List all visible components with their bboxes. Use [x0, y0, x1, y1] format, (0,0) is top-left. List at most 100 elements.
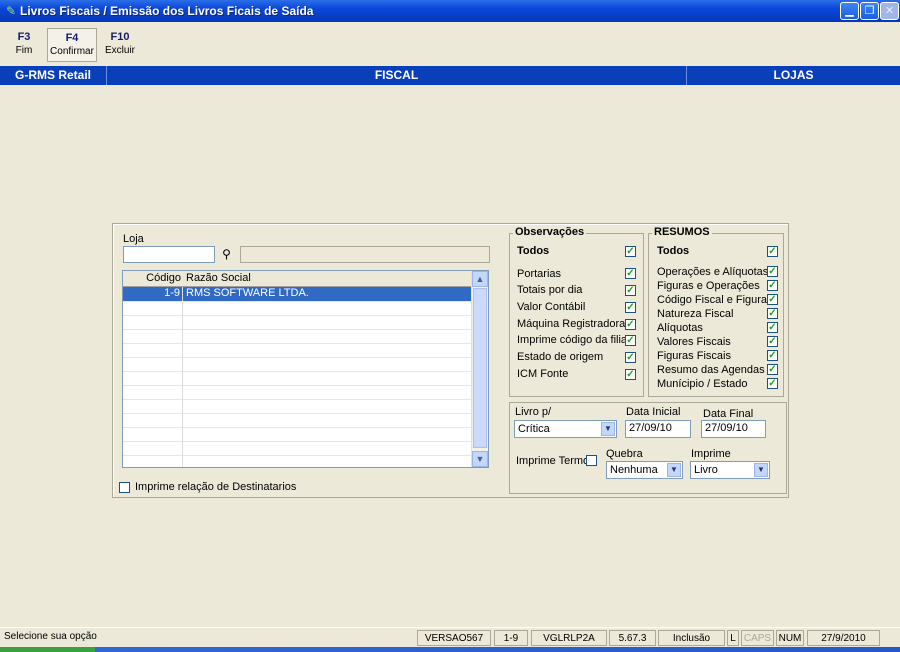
app-icon: ✎ [5, 4, 17, 18]
imprime-destinatarios-label: Imprime relação de Destinatarios [135, 481, 297, 493]
restore-button[interactable]: ❐ [860, 2, 879, 20]
observacoes-title: Observações [513, 226, 587, 238]
imprime-destinatarios-checkbox[interactable] [119, 482, 130, 493]
obs-estado-origem-checkbox[interactable]: ✓ [625, 352, 636, 363]
imprime-label: Imprime [691, 448, 731, 460]
res-codigo-fiscal-label: Código Fiscal e Figuras [657, 294, 773, 306]
status-loja: 1-9 [494, 630, 528, 646]
excluir-label: Excluir [104, 45, 135, 56]
res-codigo-fiscal-checkbox[interactable]: ✓ [767, 294, 778, 305]
obs-icm-fonte-label: ICM Fonte [517, 368, 569, 380]
status-version-num: 5.67.3 [609, 630, 656, 646]
loja-grid[interactable]: Código Razão Social 1-9 RMS SOFTWARE LTD… [122, 270, 489, 468]
scroll-thumb[interactable] [473, 288, 487, 448]
obs-codigo-filial-label: Imprime código da filial [517, 334, 630, 346]
excluir-button[interactable]: F10 Excluir [100, 28, 140, 62]
quebra-select[interactable]: Nenhuma ▼ [606, 461, 683, 479]
module-bar: G-RMS Retail FISCAL LOJAS [0, 66, 900, 85]
status-versao: VERSAO567 [417, 630, 491, 646]
status-program: VGLRLP2A [531, 630, 607, 646]
resumos-title: RESUMOS [652, 226, 712, 238]
obs-maquina-label: Máquina Registradora [517, 318, 626, 330]
livro-select[interactable]: Crítica ▼ [514, 420, 617, 438]
status-message: Selecione sua opção [4, 631, 97, 642]
data-inicial-input[interactable]: 27/09/10 [625, 420, 691, 438]
quebra-value: Nenhuma [610, 464, 658, 476]
observacoes-todos-checkbox[interactable]: ✓ [625, 246, 636, 257]
data-final-label: Data Final [703, 408, 754, 420]
res-operacoes-aliquotas-checkbox[interactable]: ✓ [767, 266, 778, 277]
close-button[interactable]: ✕ [880, 2, 899, 20]
res-aliquotas-checkbox[interactable]: ✓ [767, 322, 778, 333]
obs-portarias-label: Portarias [517, 268, 562, 280]
res-figuras-fiscais-checkbox[interactable]: ✓ [767, 350, 778, 361]
res-natureza-fiscal-label: Natureza Fiscal [657, 308, 734, 320]
minimize-button[interactable]: ▁ [840, 2, 859, 20]
scroll-down-icon[interactable]: ▼ [472, 451, 488, 467]
binoculars-icon[interactable]: ⚲ [218, 246, 235, 263]
status-mode: Inclusão [658, 630, 725, 646]
obs-estado-origem-label: Estado de origem [517, 351, 604, 363]
confirmar-button[interactable]: F4 Confirmar [47, 28, 97, 62]
fim-key: F3 [17, 31, 31, 43]
header-razao-social[interactable]: Razão Social [186, 271, 251, 286]
chevron-down-icon[interactable]: ▼ [601, 422, 615, 436]
status-date: 27/9/2010 [807, 630, 880, 646]
function-key-toolbar: F3 Fim F4 Confirmar F10 Excluir [0, 24, 900, 64]
obs-maquina-checkbox[interactable]: ✓ [625, 319, 636, 330]
resumos-todos-label: Todos [657, 245, 690, 257]
scroll-up-icon[interactable]: ▲ [472, 271, 488, 287]
app-name: G-RMS Retail [0, 66, 107, 85]
res-natureza-fiscal-checkbox[interactable]: ✓ [767, 308, 778, 319]
obs-portarias-checkbox[interactable]: ✓ [625, 268, 636, 279]
obs-valor-contabil-checkbox[interactable]: ✓ [625, 302, 636, 313]
window-title: Livros Fiscais / Emissão dos Livros Fica… [20, 4, 314, 18]
loja-code-input[interactable] [123, 246, 215, 263]
data-final-input[interactable]: 27/09/10 [701, 420, 766, 438]
observacoes-todos-label: Todos [517, 245, 550, 257]
imprime-value: Livro [694, 464, 718, 476]
resumos-todos-checkbox[interactable]: ✓ [767, 246, 778, 257]
title-bar: ✎ Livros Fiscais / Emissão dos Livros Fi… [0, 0, 900, 22]
taskbar-strip [0, 647, 900, 652]
res-valores-fiscais-checkbox[interactable]: ✓ [767, 336, 778, 347]
loja-name-field [240, 246, 490, 263]
status-num: NUM [776, 630, 804, 646]
excluir-key: F10 [110, 31, 130, 43]
res-valores-fiscais-label: Valores Fiscais [657, 336, 731, 348]
grid-scrollbar[interactable]: ▲ ▼ [471, 271, 488, 467]
status-bar: Selecione sua opção VERSAO567 1-9 VGLRLP… [0, 627, 900, 648]
chevron-down-icon[interactable]: ▼ [667, 463, 681, 477]
res-resumo-agendas-checkbox[interactable]: ✓ [767, 364, 778, 375]
chevron-down-icon[interactable]: ▼ [754, 463, 768, 477]
res-municipio-estado-checkbox[interactable]: ✓ [767, 378, 778, 389]
imprime-select[interactable]: Livro ▼ [690, 461, 770, 479]
grid-header: Código Razão Social [123, 271, 473, 287]
res-figuras-operacoes-label: Figuras e Operações [657, 280, 760, 292]
quebra-label: Quebra [606, 448, 643, 460]
livro-label: Livro p/ [515, 406, 552, 418]
obs-totais-checkbox[interactable]: ✓ [625, 285, 636, 296]
res-figuras-fiscais-label: Figuras Fiscais [657, 350, 731, 362]
cell-codigo: 1-9 [123, 287, 183, 301]
res-figuras-operacoes-checkbox[interactable]: ✓ [767, 280, 778, 291]
livro-value: Crítica [518, 423, 550, 435]
fim-button[interactable]: F3 Fim [4, 28, 44, 62]
obs-codigo-filial-checkbox[interactable]: ✓ [625, 335, 636, 346]
status-caps: CAPS [741, 630, 774, 646]
confirmar-key: F4 [65, 32, 79, 44]
area-name: LOJAS [773, 68, 814, 82]
data-inicial-label: Data Inicial [626, 406, 681, 418]
module-name: FISCAL [107, 66, 687, 85]
fim-label: Fim [15, 45, 33, 56]
table-row[interactable]: 1-9 RMS SOFTWARE LTDA. [123, 287, 473, 302]
header-codigo[interactable]: Código [123, 271, 181, 286]
res-aliquotas-label: Alíquotas [657, 322, 703, 334]
cell-razao-social: RMS SOFTWARE LTDA. [186, 287, 309, 299]
obs-valor-contabil-label: Valor Contábil [517, 301, 586, 313]
obs-totais-label: Totais por dia [517, 284, 583, 296]
imprime-termo-checkbox[interactable] [586, 455, 597, 466]
obs-icm-fonte-checkbox[interactable]: ✓ [625, 369, 636, 380]
loja-label: Loja [123, 233, 144, 245]
status-l: L [727, 630, 739, 646]
